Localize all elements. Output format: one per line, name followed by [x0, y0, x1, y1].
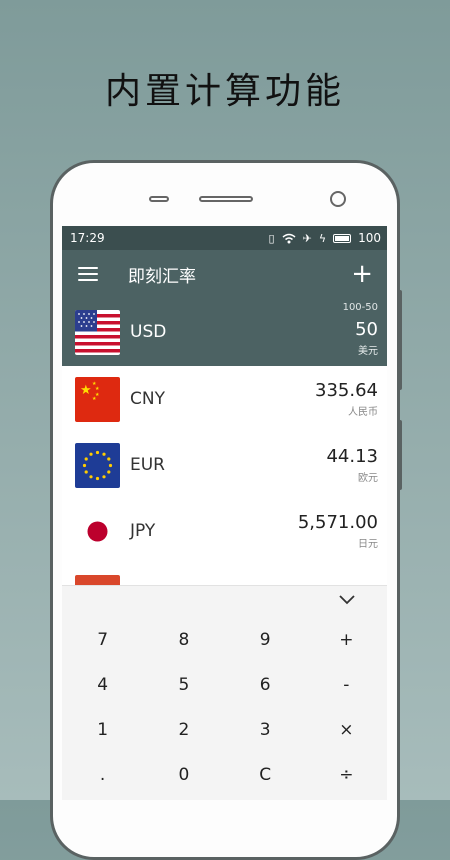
- key-8[interactable]: 8: [143, 617, 224, 662]
- svg-text:★: ★: [92, 396, 97, 402]
- wifi-icon: [282, 233, 296, 243]
- vibrate-icon: ▯: [268, 231, 275, 245]
- key-clear[interactable]: C: [225, 752, 306, 797]
- key-5[interactable]: 5: [143, 662, 224, 707]
- battery-icon: [333, 233, 352, 243]
- currency-amount: 5,571.00: [297, 512, 378, 533]
- key-divide[interactable]: ÷: [306, 752, 387, 797]
- key-multiply[interactable]: ×: [306, 707, 387, 752]
- charging-icon: ϟ: [318, 231, 327, 245]
- currency-code: CNY: [130, 389, 165, 409]
- currency-amount: 335.64: [315, 380, 378, 401]
- key-6[interactable]: 6: [225, 662, 306, 707]
- app-toolbar: 即刻汇率 +: [62, 250, 387, 298]
- battery-level: 100: [358, 231, 381, 245]
- jp-flag-icon: [75, 508, 120, 554]
- currency-unit: 人民币: [348, 407, 378, 418]
- key-2[interactable]: 2: [143, 707, 224, 752]
- status-bar: 17:29 ▯ ✈ ϟ 100: [62, 226, 387, 250]
- key-0[interactable]: 0: [143, 752, 224, 797]
- key-1[interactable]: 1: [62, 707, 143, 752]
- eu-flag-icon: [75, 442, 120, 488]
- key-7[interactable]: 7: [62, 617, 143, 662]
- currency-code: JPY: [130, 521, 156, 541]
- key-4[interactable]: 4: [62, 662, 143, 707]
- cn-flag-icon: ★ ★ ★ ★ ★: [75, 376, 120, 422]
- menu-icon[interactable]: [78, 267, 98, 281]
- rate-hint: 100-50: [342, 302, 378, 313]
- volume-button: [398, 290, 402, 390]
- currency-amount: 50: [355, 319, 378, 340]
- currency-row-cny[interactable]: ★ ★ ★ ★ ★ CNY 335.64 人民币: [62, 366, 387, 432]
- currency-code: EUR: [130, 455, 165, 475]
- key-3[interactable]: 3: [225, 707, 306, 752]
- earpiece-speaker: [199, 196, 253, 202]
- app-title: 即刻汇率: [128, 266, 196, 287]
- chevron-down-icon[interactable]: [335, 592, 359, 608]
- keypad-grid: 7 8 9 +4 5 6- 1 2 3 ×. 0 C ÷: [62, 617, 387, 797]
- svg-text:★: ★: [80, 383, 92, 398]
- currency-unit: 美元: [358, 346, 378, 357]
- add-currency-button[interactable]: +: [351, 261, 373, 287]
- key-decimal[interactable]: .: [62, 752, 143, 797]
- key-plus[interactable]: +: [306, 617, 387, 662]
- currency-row-usd[interactable]: USD 100-50 50 美元: [62, 298, 387, 366]
- airplane-icon: ✈: [302, 231, 312, 245]
- us-flag-icon: [75, 309, 120, 355]
- sensor: [149, 196, 169, 202]
- currency-unit: 欧元: [358, 473, 378, 484]
- app-screen: 17:29 ▯ ✈ ϟ 100 即刻汇率 + USD 100-50 50 美元 …: [62, 226, 387, 800]
- currency-amount: 44.13: [326, 446, 378, 467]
- promo-title: 内置计算功能: [104, 71, 345, 112]
- key-9[interactable]: 9: [225, 617, 306, 662]
- front-camera: [330, 191, 346, 207]
- power-button: [398, 420, 402, 490]
- calculator-keypad: 7 8 9 +4 5 6- 1 2 3 ×. 0 C ÷: [62, 585, 387, 800]
- currency-row-jpy[interactable]: JPY 5,571.00 日元: [62, 498, 387, 564]
- currency-unit: 日元: [358, 539, 378, 550]
- key-minus[interactable]: -: [306, 662, 387, 707]
- status-time: 17:29: [70, 231, 105, 245]
- currency-code: USD: [130, 322, 167, 342]
- currency-row-eur[interactable]: EUR 44.13 欧元: [62, 432, 387, 498]
